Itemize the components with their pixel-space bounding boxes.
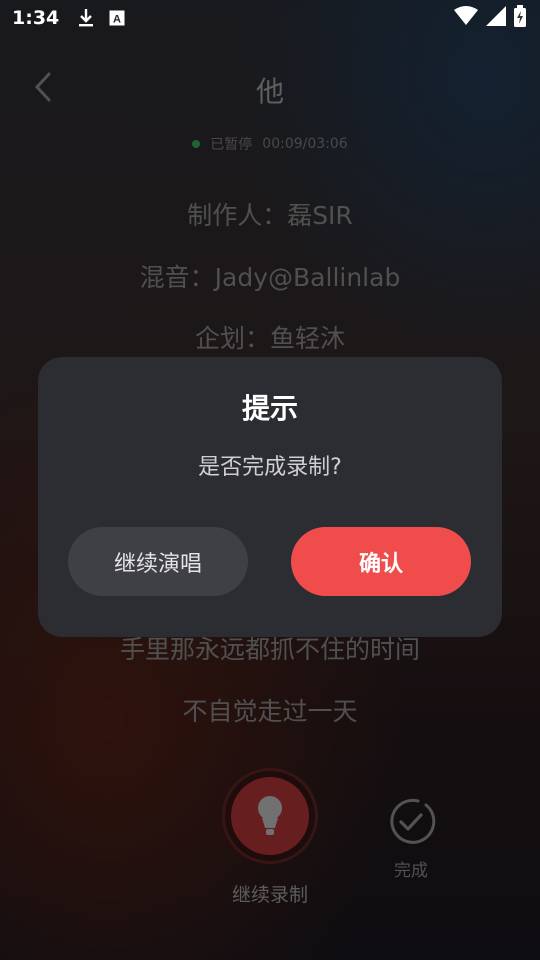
- signal-icon: [486, 5, 506, 31]
- dialog-message: 是否完成录制?: [198, 455, 342, 480]
- dialog-title: 提示: [241, 392, 298, 425]
- status-bar: 1:34 A: [0, 0, 540, 36]
- status-time: 1:34: [12, 7, 60, 29]
- a-icon: A: [109, 10, 125, 26]
- wifi-icon: [454, 5, 478, 31]
- confirm-button[interactable]: 确认: [291, 527, 471, 596]
- confirm-dialog: 提示 是否完成录制? 继续演唱 确认: [38, 357, 502, 637]
- battery-icon: [514, 4, 526, 32]
- continue-singing-button[interactable]: 继续演唱: [68, 527, 248, 596]
- svg-text:A: A: [113, 14, 121, 26]
- download-icon: [77, 8, 95, 28]
